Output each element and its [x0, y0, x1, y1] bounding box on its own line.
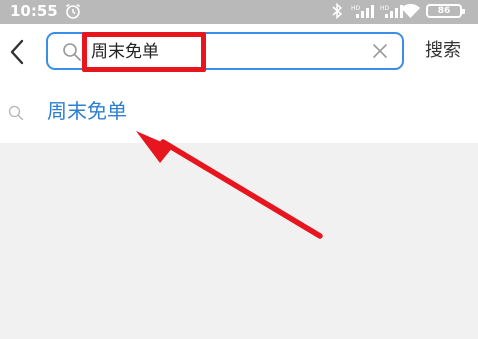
status-bar: 10:55 HD HD 86: [0, 0, 478, 24]
suggestion-label: 周末免单: [47, 99, 127, 123]
bluetooth-icon: [332, 2, 343, 20]
search-screen: 10:55 HD HD 86 周末免单 搜索 周末免单: [0, 0, 478, 339]
battery-level: 86: [437, 6, 451, 16]
search-header: 搜索: [0, 24, 478, 82]
wifi-icon: [401, 3, 420, 19]
battery-icon: 86: [426, 4, 465, 18]
search-icon: [8, 105, 24, 121]
suggestion-list: 周末免单: [0, 82, 478, 143]
search-icon: [63, 43, 81, 61]
search-button[interactable]: 搜索: [425, 38, 461, 64]
clear-icon[interactable]: [372, 43, 388, 59]
back-icon[interactable]: [7, 38, 27, 66]
svg-text:HD: HD: [351, 5, 361, 12]
suggestion-item[interactable]: 周末免单: [0, 82, 478, 143]
alarm-icon: [66, 3, 80, 19]
signal-icon: HD: [351, 5, 374, 18]
svg-text:HD: HD: [380, 5, 390, 12]
status-time: 10:55: [10, 2, 58, 20]
highlight-annotation: [82, 32, 206, 72]
